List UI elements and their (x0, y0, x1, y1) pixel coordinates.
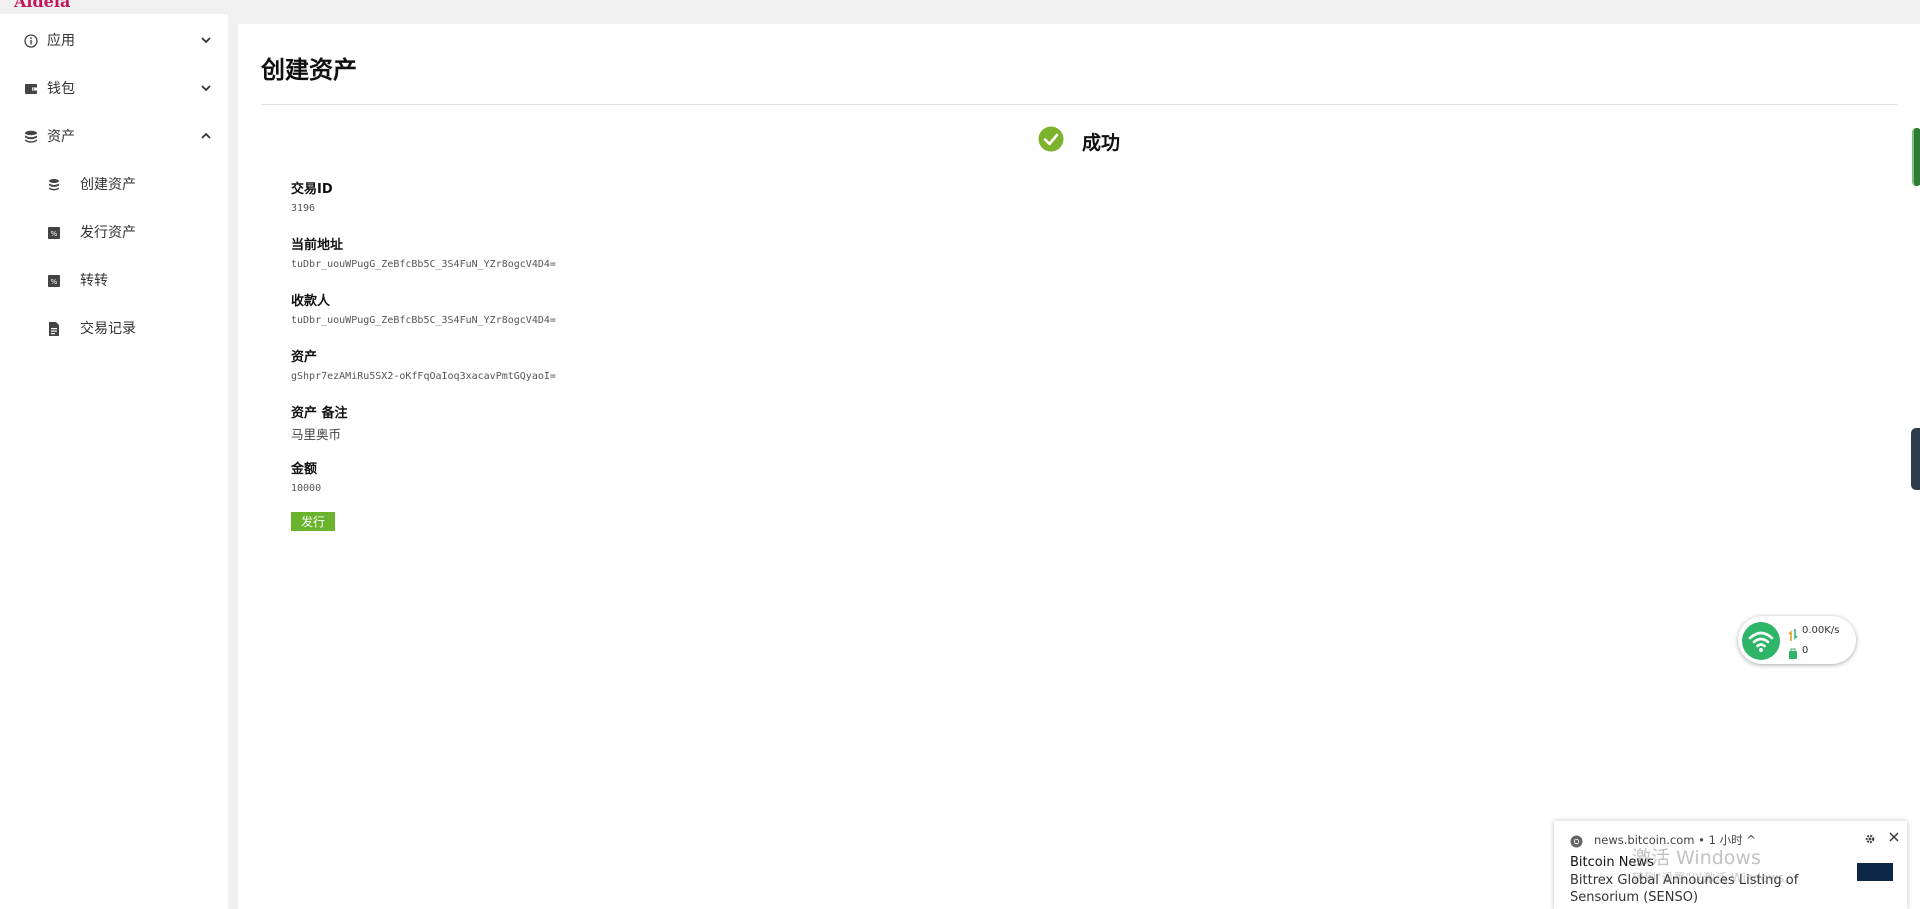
sidebar-item-apps[interactable]: 应用 (0, 16, 228, 64)
gear-icon[interactable] (1864, 830, 1876, 844)
windows-activation-watermark-sub: 转到"设置"以激活 Windows。 (1632, 871, 1797, 885)
scrollbar-thumb[interactable] (1912, 128, 1920, 186)
sidebar-subitem-label: 交易记录 (80, 321, 136, 337)
side-panel-handle[interactable] (1911, 428, 1920, 490)
sidebar-subitem-transfer[interactable]: % 转转 (0, 256, 228, 304)
sidebar-subitem-label: 转转 (80, 273, 108, 289)
database-icon (24, 130, 38, 144)
sidebar-item-wallet[interactable]: 钱包 (0, 64, 228, 112)
app-logo[interactable]: Aldeia (14, 0, 70, 11)
close-icon[interactable] (1888, 828, 1900, 842)
notification-thumbnail (1857, 863, 1893, 881)
sidebar-subitem-create-asset[interactable]: 创建资产 (0, 160, 228, 208)
up-down-arrows-icon (1788, 626, 1798, 641)
svg-text:%: % (51, 230, 58, 238)
sidebar-item-assets[interactable]: 资产 (0, 112, 228, 160)
page-title: 创建资产 (261, 56, 357, 84)
sidebar-item-label: 应用 (47, 33, 75, 49)
field-value-asset: gShpr7ezAMiRu5SX2-oKfFqOaIoq3xacavPmtGQy… (291, 371, 556, 382)
sidebar-item-label: 资产 (47, 129, 75, 145)
sidebar-item-label: 钱包 (47, 81, 75, 97)
main-content: 创建资产 成功 交易ID 3196 当前地址 tuDbr_uouWPugG_Ze… (238, 24, 1920, 909)
info-circle-icon (24, 34, 38, 48)
network-speed-text: 0.00K/s (1802, 625, 1840, 636)
percent-badge-icon: % (48, 225, 60, 239)
field-label-asset-note: 资产 备注 (291, 406, 348, 421)
chrome-icon (1570, 833, 1583, 848)
field-label-recipient: 收款人 (291, 294, 331, 309)
field-value-asset-note: 马里奥币 (291, 427, 342, 442)
sidebar-subitem-label: 创建资产 (80, 177, 136, 193)
title-divider (261, 104, 1897, 105)
field-label-amount: 金额 (291, 462, 318, 477)
database-icon (48, 177, 60, 191)
package-icon (1788, 645, 1798, 659)
sidebar: 应用 钱包 资产 创建资产 % 发行资产 % 转转 交易记录 (0, 14, 228, 909)
issue-button[interactable]: 发行 (291, 512, 335, 531)
document-icon (48, 321, 60, 336)
wallet-icon (24, 82, 38, 96)
sidebar-subitem-label: 发行资产 (80, 225, 136, 241)
chevron-up-icon (199, 128, 213, 142)
sidebar-subitem-transactions[interactable]: 交易记录 (0, 304, 228, 352)
field-value-recipient: tuDbr_uouWPugG_ZeBfcBb5C_3S4FuN_YZr8ogcV… (291, 315, 556, 326)
top-bar: Aldeia (0, 0, 1920, 14)
network-speed-widget[interactable]: 0.00K/s 0 (1738, 616, 1856, 664)
windows-activation-watermark: 激活 Windows (1632, 847, 1761, 869)
network-count-text: 0 (1802, 645, 1809, 656)
check-circle-icon (1038, 126, 1064, 152)
percent-badge-icon: % (48, 273, 60, 287)
field-value-current-address: tuDbr_uouWPugG_ZeBfcBb5C_3S4FuN_YZr8ogcV… (291, 259, 556, 270)
field-label-asset: 资产 (291, 350, 318, 365)
chevron-down-icon (199, 32, 213, 46)
sidebar-subitem-issue-asset[interactable]: % 发行资产 (0, 208, 228, 256)
field-value-amount: 10000 (291, 483, 322, 494)
field-label-tx-id: 交易ID (291, 182, 333, 197)
chevron-down-icon (199, 80, 213, 94)
wifi-icon (1742, 622, 1780, 660)
field-value-tx-id: 3196 (291, 203, 316, 214)
svg-text:%: % (51, 278, 58, 286)
status-text: 成功 (1082, 132, 1121, 154)
field-label-current-address: 当前地址 (291, 238, 344, 253)
